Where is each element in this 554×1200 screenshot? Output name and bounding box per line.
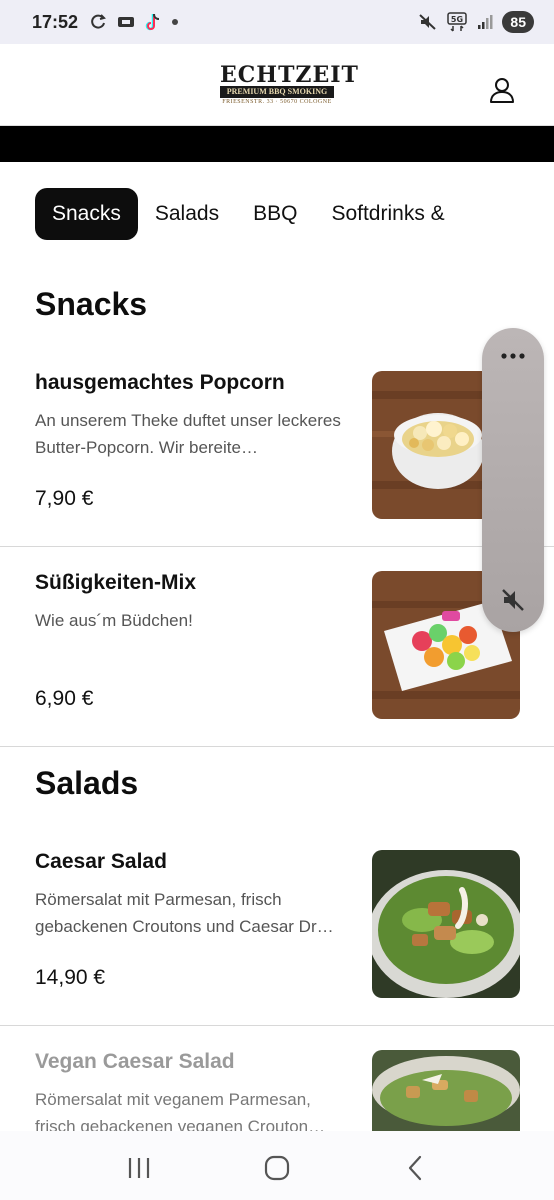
back-button[interactable] [395, 1148, 435, 1188]
5g-signal-icon: 5G [447, 12, 468, 32]
banner-strip [0, 126, 554, 162]
tab-snacks[interactable]: Snacks [35, 188, 138, 240]
tab-bbq[interactable]: BBQ [236, 188, 314, 240]
floating-media-panel[interactable] [482, 328, 544, 632]
menu-item[interactable]: Süßigkeiten-Mix Wie aus´m Büdchen! 6,90 … [0, 547, 554, 747]
home-icon [264, 1155, 290, 1181]
recents-icon [128, 1158, 150, 1178]
restaurant-logo[interactable]: ECHTZEIT PREMIUM BBQ SMOKING FRIESENSTR.… [220, 62, 359, 108]
svg-text:5G: 5G [451, 15, 463, 24]
more-dots-icon[interactable] [499, 352, 527, 360]
cell-signal-icon [478, 15, 493, 29]
tab-salads[interactable]: Salads [138, 188, 236, 240]
profile-icon[interactable] [488, 76, 516, 104]
item-name: Vegan Caesar Salad [35, 1050, 235, 1073]
logo-address: FRIESENSTR. 33 · 50670 COLOGNE [222, 99, 332, 105]
item-name: Caesar Salad [35, 850, 167, 873]
home-button[interactable] [257, 1148, 297, 1188]
battery-indicator: 85 [502, 11, 534, 33]
item-price: 7,90 € [35, 487, 94, 510]
tab-softdrinks[interactable]: Softdrinks & [314, 188, 461, 240]
mute-icon[interactable] [499, 586, 527, 614]
mute-status-icon [419, 14, 437, 30]
status-time: 17:52 [32, 11, 79, 32]
section-title-salads: Salads [35, 765, 139, 801]
item-name: hausgemachtes Popcorn [35, 371, 285, 394]
status-system-icons: 5G 85 [418, 11, 534, 33]
sync-icon [91, 14, 107, 29]
ticket-icon [118, 17, 135, 27]
status-bar: 17:52 5G 85 [0, 0, 554, 44]
caesar-salad-image[interactable] [372, 850, 520, 998]
more-notifications-dot-icon [172, 19, 179, 25]
tabs-fade-overlay [494, 188, 554, 240]
tiktok-icon [145, 13, 160, 31]
item-price: 14,90 € [35, 966, 106, 989]
section-title-snacks: Snacks [35, 286, 148, 322]
item-divider [0, 746, 554, 747]
item-description: Römersalat mit Parmesan, frisch gebacken… [35, 890, 334, 936]
back-icon [408, 1155, 422, 1181]
item-price: 6,90 € [35, 687, 94, 710]
logo-subtitle: PREMIUM BBQ SMOKING [220, 86, 334, 98]
item-description: An unserem Theke duftet unser leckeres B… [35, 411, 341, 457]
item-name: Süßigkeiten-Mix [35, 571, 197, 594]
item-description: Wie aus´m Büdchen! [35, 611, 193, 630]
menu-item[interactable]: Caesar Salad Römersalat mit Parmesan, fr… [0, 826, 554, 1026]
recents-button[interactable] [119, 1148, 159, 1188]
logo-title: ECHTZEIT [220, 62, 359, 88]
menu-item[interactable]: hausgemachtes Popcorn An unserem Theke d… [0, 347, 554, 547]
status-notification-icons [88, 12, 180, 32]
system-nav-bar [0, 1140, 554, 1196]
app-header: ECHTZEIT PREMIUM BBQ SMOKING FRIESENSTR.… [0, 44, 554, 126]
category-tabs: Snacks Salads BBQ Softdrinks & [0, 188, 554, 240]
